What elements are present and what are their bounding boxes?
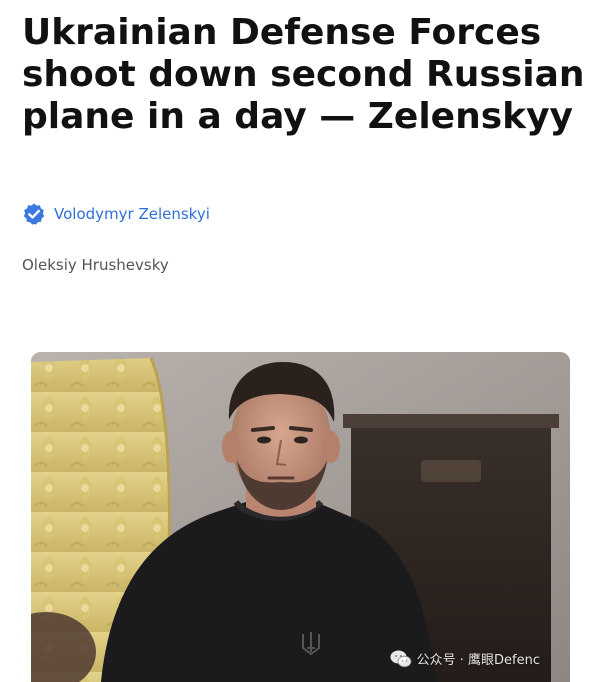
source-row[interactable]: Volodymyr Zelenskyi	[22, 201, 210, 227]
source-link[interactable]: Volodymyr Zelenskyi	[54, 205, 210, 223]
verified-badge-icon	[22, 202, 46, 226]
author-name[interactable]: Oleksiy Hrushevsky	[22, 256, 169, 274]
article-photo[interactable]: 公众号 · 鹰眼Defenc	[31, 352, 570, 682]
article-headline: Ukrainian Defense Forces shoot down seco…	[22, 12, 585, 137]
wechat-icon	[390, 650, 412, 668]
photo-illustration	[31, 352, 570, 682]
watermark: 公众号 · 鹰眼Defenc	[390, 649, 540, 668]
watermark-text: 公众号 · 鹰眼Defenc	[416, 653, 540, 668]
